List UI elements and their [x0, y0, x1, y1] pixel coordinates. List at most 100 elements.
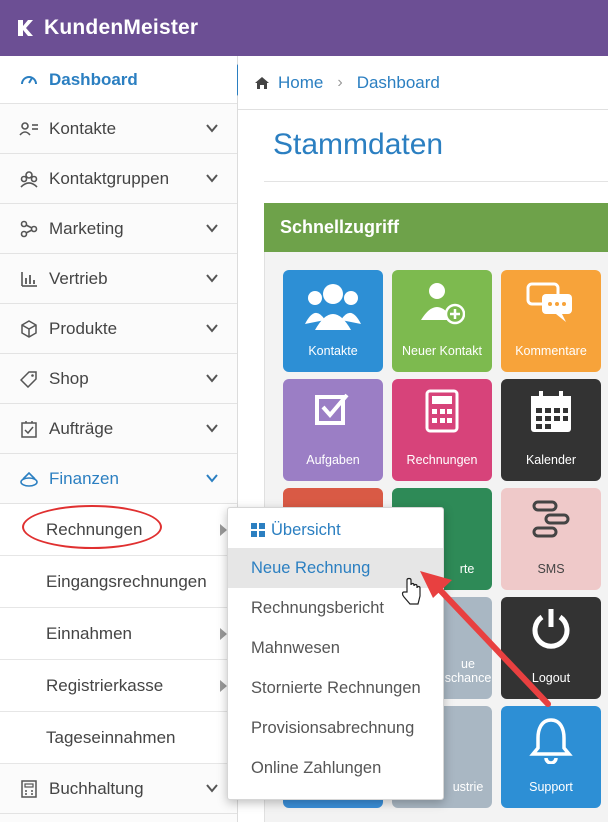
tile-label: Neuer Kontakt — [402, 344, 482, 358]
tile-label: Aufgaben — [306, 453, 360, 467]
box-icon — [18, 318, 40, 340]
sidebar-item-label: Kontaktgruppen — [49, 168, 170, 188]
menu-item-neue-rechnung[interactable]: Neue Rechnung — [228, 548, 443, 588]
tile-sms[interactable]: SMS — [501, 488, 601, 590]
sms-icon — [532, 500, 570, 538]
comments-icon — [526, 282, 572, 322]
menu-item-label: Rechnungsbericht — [251, 598, 384, 617]
submenu-item-label: Eingangsrechnungen — [46, 571, 207, 591]
tile-kommentare[interactable]: Kommentare — [501, 270, 601, 372]
menu-item-label: Übersicht — [271, 520, 341, 539]
submenu-item-eingangsrechnungen[interactable]: Eingangsrechnungen — [0, 556, 237, 608]
sidebar-item-marketing[interactable]: Marketing — [0, 204, 237, 254]
submenu-item-rechnungen[interactable]: Rechnungen — [0, 504, 237, 556]
menu-item-label: Mahnwesen — [251, 638, 340, 657]
submenu-item-label: Rechnungen — [46, 519, 143, 539]
breadcrumb-home[interactable]: Home — [278, 73, 323, 93]
sidebar: Dashboard Kontakte Kontaktgruppen Market… — [0, 56, 249, 822]
bell-icon — [529, 718, 573, 764]
sidebar-item-label: Produkte — [49, 318, 118, 338]
menu-item-label: Stornierte Rechnungen — [251, 678, 421, 697]
menu-item-provisionsabrechnung[interactable]: Provisionsabrechnung — [228, 708, 443, 748]
chevron-down-icon — [206, 784, 218, 793]
k-logo-icon[interactable] — [14, 17, 36, 39]
top-bar: KundenMeister — [0, 0, 608, 56]
sidebar-item-label: Kontakte — [49, 118, 117, 138]
sidebar-item-label: Aufträge — [49, 418, 114, 438]
caret-right-icon — [220, 628, 227, 640]
menu-item-label: Online Zahlungen — [251, 758, 382, 777]
checkbox-icon — [315, 393, 349, 425]
tile-label: Support — [529, 780, 573, 794]
tile-label: Kalender — [525, 453, 577, 467]
tile-logout[interactable]: Logout — [501, 597, 601, 699]
caret-right-icon — [220, 524, 227, 536]
sidebar-item-shop[interactable]: Shop — [0, 354, 237, 404]
rechnungen-flyout-menu: Übersicht Neue Rechnung Rechnungsbericht… — [227, 507, 444, 800]
breadcrumb-separator-icon: › — [337, 73, 343, 91]
tile-kalender[interactable]: Kalender — [501, 379, 601, 481]
menu-item-mahnwesen[interactable]: Mahnwesen — [228, 628, 443, 668]
chevron-down-icon — [206, 474, 218, 483]
tile-kontakte[interactable]: Kontakte — [283, 270, 383, 372]
sidebar-item-label: Finanzen — [49, 468, 119, 488]
bar-chart-icon — [18, 268, 40, 290]
menu-item-stornierte-rechnungen[interactable]: Stornierte Rechnungen — [228, 668, 443, 708]
tile-label: SMS — [537, 562, 565, 576]
tile-rechnungen[interactable]: Rechnungen — [392, 379, 492, 481]
sidebar-item-finanzen[interactable]: Finanzen — [0, 454, 237, 504]
sidebar-item-buchhaltung[interactable]: Buchhaltung — [0, 764, 237, 814]
menu-item-label: Neue Rechnung — [251, 558, 371, 577]
marketing-icon — [18, 218, 40, 240]
tag-icon — [18, 368, 40, 390]
chevron-down-icon — [206, 174, 218, 183]
sidebar-item-kontaktgruppen[interactable]: Kontaktgruppen — [0, 154, 237, 204]
sidebar-item-label: Dashboard — [49, 69, 138, 89]
tile-label: Kommentare — [515, 344, 587, 358]
menu-item-rechnungsbericht[interactable]: Rechnungsbericht — [228, 588, 443, 628]
submenu-item-label: Registrierkasse — [46, 675, 164, 695]
breadcrumb-current[interactable]: Dashboard — [357, 73, 440, 93]
chevron-down-icon — [206, 424, 218, 433]
sidebar-item-label: Shop — [49, 368, 89, 388]
calendar-icon — [531, 391, 571, 432]
tile-neuer-kontakt[interactable]: Neuer Kontakt — [392, 270, 492, 372]
menu-item-online-zahlungen[interactable]: Online Zahlungen — [228, 748, 443, 788]
submenu-item-label: Tageseinnahmen — [46, 727, 176, 747]
tile-aufgaben[interactable]: Aufgaben — [283, 379, 383, 481]
tile-support[interactable]: Support — [501, 706, 601, 808]
panel-header: Schnellzugriff — [264, 203, 608, 252]
home-icon[interactable] — [254, 75, 270, 91]
calculator-icon — [425, 389, 459, 433]
calculator-icon — [18, 778, 40, 800]
submenu-item-einnahmen[interactable]: Einnahmen — [0, 608, 237, 660]
caret-right-icon — [220, 680, 227, 692]
submenu-item-label: Einnahmen — [46, 623, 133, 643]
gauge-icon — [18, 69, 40, 91]
brand-name[interactable]: KundenMeister — [44, 16, 198, 40]
coins-icon — [18, 468, 40, 490]
tile-label: Logout — [531, 671, 571, 685]
chevron-down-icon — [206, 324, 218, 333]
tile-label: Rechnungen — [406, 453, 478, 467]
sidebar-item-vertrieb[interactable]: Vertrieb — [0, 254, 237, 304]
tile-label: Kontakte — [308, 344, 358, 358]
add-user-icon — [421, 283, 465, 325]
menu-item-uebersicht[interactable]: Übersicht — [228, 508, 443, 548]
contacts-icon — [18, 118, 40, 140]
chevron-down-icon — [206, 374, 218, 383]
page-title: Stammdaten — [273, 128, 444, 161]
submenu-item-registrierkasse[interactable]: Registrierkasse — [0, 660, 237, 712]
sidebar-item-label: Vertrieb — [49, 268, 108, 288]
power-icon — [532, 609, 570, 649]
group-icon — [18, 168, 40, 190]
chevron-down-icon — [206, 274, 218, 283]
sidebar-item-kontakte[interactable]: Kontakte — [0, 104, 237, 154]
sidebar-item-auftraege[interactable]: Aufträge — [0, 404, 237, 454]
submenu-item-tageseinnahmen[interactable]: Tageseinnahmen — [0, 712, 237, 764]
panel-title: Schnellzugriff — [280, 217, 400, 237]
sidebar-item-produkte[interactable]: Produkte — [0, 304, 237, 354]
sidebar-item-dashboard[interactable]: Dashboard — [0, 56, 249, 104]
breadcrumb: Home › Dashboard — [238, 56, 608, 110]
clipboard-icon — [18, 418, 40, 440]
